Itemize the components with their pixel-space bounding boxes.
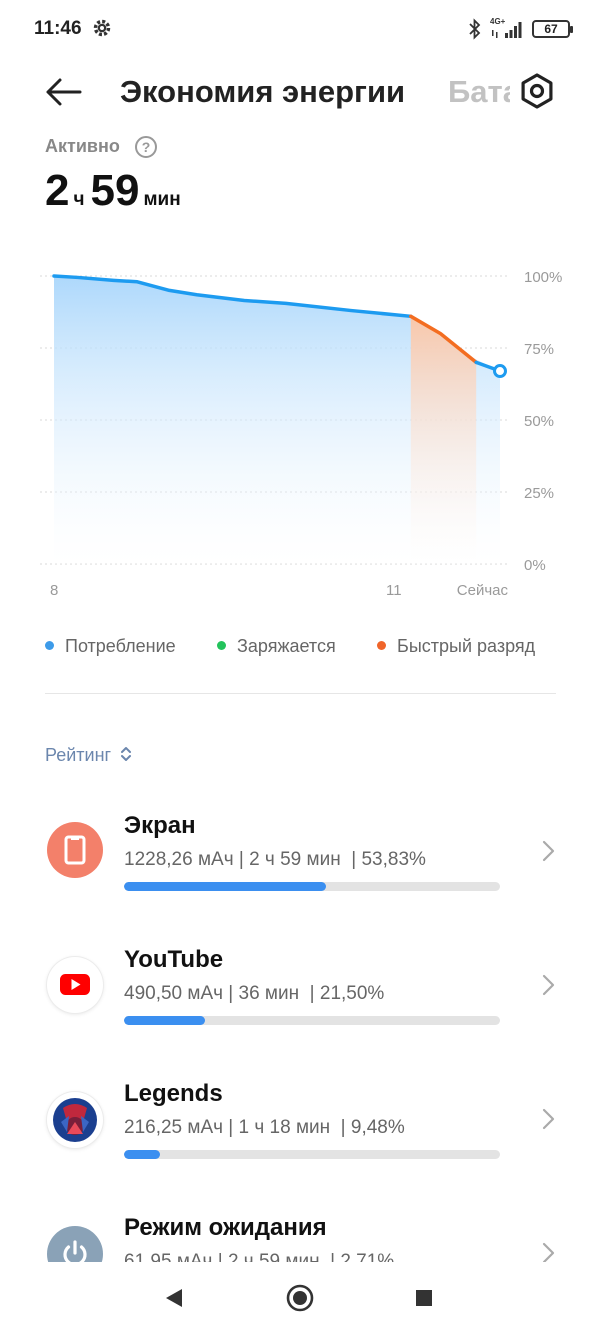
x-tick-label: Сейчас (457, 582, 509, 599)
header: Экономия энергии Батарея (0, 58, 600, 124)
active-label: Активно (45, 136, 120, 156)
y-tick-label: 100% (524, 269, 562, 286)
help-icon[interactable]: ? (135, 136, 157, 158)
legend-dot (217, 640, 226, 650)
item-title: YouTube (124, 946, 224, 973)
y-tick-label: 25% (524, 485, 554, 502)
current-level-marker (493, 364, 507, 379)
list-item-screen[interactable]: Экран 1228,26 мАч | 2 ч 59 мин | 53,83% (0, 800, 600, 930)
sort-label: Рейтинг (45, 745, 112, 765)
nav-home-icon[interactable] (282, 1280, 318, 1316)
item-subtitle: 216,25 мАч | 1 ч 18 мин | 9,48% (124, 1117, 405, 1138)
legend-dot (377, 640, 386, 650)
battery-level-chart: 100% 75% 50% 25% 0% 8 11 Сейчас (40, 269, 562, 599)
y-tick-label: 75% (524, 341, 554, 358)
signal-indicator: 4G+ (490, 18, 524, 40)
bluetooth-icon (469, 18, 481, 40)
sort-chevrons-icon (121, 747, 132, 762)
youtube-icon (47, 957, 103, 1013)
list-item-youtube[interactable]: YouTube 490,50 мАч | 36 мин | 21,50% (0, 934, 600, 1064)
legend-label: Потребление (65, 636, 176, 656)
x-tick-label: 8 (50, 582, 58, 599)
status-bar: 11:46 4G+ 67 (0, 0, 600, 58)
legend-item-consumption: Потребление (45, 636, 176, 657)
usage-progress-fill (124, 1016, 205, 1025)
system-navigation-bar (0, 1262, 600, 1333)
usage-progress-bar (124, 1150, 500, 1159)
legend-label: Заряжается (237, 636, 336, 656)
y-tick-label: 0% (524, 557, 546, 574)
item-subtitle: 490,50 мАч | 36 мин | 21,50% (124, 983, 385, 1004)
page-title: Экономия энергии (120, 74, 406, 109)
hours-unit: ч (73, 189, 85, 210)
legend-item-charging: Заряжается (217, 636, 336, 657)
status-icons: 4G+ 67 (468, 15, 573, 43)
chevron-right-icon (542, 974, 555, 996)
screen-icon (47, 822, 103, 878)
tab-battery[interactable]: Батарея (448, 74, 510, 110)
usage-progress-fill (124, 1150, 160, 1159)
status-time: 11:46 (34, 18, 82, 39)
active-minutes: 59 (90, 166, 140, 215)
chart-legend: Потребление Заряжается Быстрый разряд (45, 636, 565, 662)
active-hours: 2 (45, 166, 70, 215)
back-arrow-icon[interactable] (40, 72, 86, 112)
item-subtitle: 1228,26 мАч | 2 ч 59 мин | 53,83% (124, 849, 426, 870)
usage-progress-bar (124, 882, 500, 891)
signal-bars-icon (492, 22, 522, 38)
legend-label: Быстрый разряд (397, 636, 536, 656)
y-tick-label: 50% (524, 413, 554, 430)
divider (45, 693, 556, 694)
nav-back-icon[interactable] (156, 1280, 192, 1316)
chevron-right-icon (542, 840, 555, 862)
legend-item-fast-drain: Быстрый разряд (377, 636, 535, 657)
x-tick-label: 11 (386, 582, 402, 599)
settings-gear-icon (93, 19, 111, 37)
chevron-right-icon (542, 1108, 555, 1130)
settings-icon[interactable] (516, 70, 558, 112)
legends-app-icon (47, 1092, 103, 1148)
usage-progress-fill (124, 882, 327, 891)
legend-dot (45, 640, 54, 650)
item-title: Legends (124, 1080, 223, 1107)
item-title: Режим ожидания (124, 1214, 327, 1241)
list-item-legends[interactable]: Legends 216,25 мАч | 1 ч 18 мин | 9,48% (0, 1068, 600, 1198)
nav-recents-icon[interactable] (406, 1280, 442, 1316)
sort-ranking-button[interactable]: Рейтинг (45, 745, 132, 766)
minutes-unit: мин (143, 189, 181, 210)
usage-progress-bar (124, 1016, 500, 1025)
active-duration: 2 ч 59 мин (45, 166, 187, 216)
item-title: Экран (124, 812, 196, 839)
battery-indicator: 67 (532, 20, 573, 38)
